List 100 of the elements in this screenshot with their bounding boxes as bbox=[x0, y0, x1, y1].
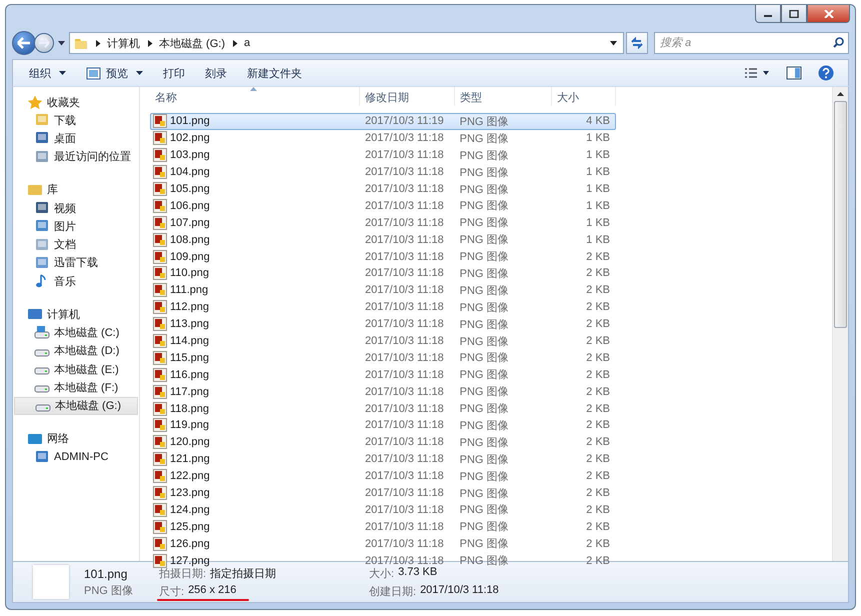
file-row[interactable]: 115.png 2017/10/3 11:18 PNG 图像 2 KB bbox=[150, 349, 616, 366]
size-cell-text: 1 KB bbox=[585, 216, 611, 229]
file-row[interactable]: 104.png 2017/10/3 11:18 PNG 图像 1 KB bbox=[150, 164, 616, 181]
file-row[interactable]: 105.png 2017/10/3 11:18 PNG 图像 1 KB bbox=[150, 180, 616, 198]
type-cell-text: PNG 图像 bbox=[458, 436, 510, 450]
file-row[interactable]: 108.png 2017/10/3 11:18 PNG 图像 1 KB bbox=[150, 231, 616, 248]
column-header[interactable]: 名称 bbox=[150, 87, 360, 106]
date-cell-text: 2017/10/3 11:18 bbox=[364, 267, 445, 280]
caret-icon bbox=[136, 71, 143, 75]
image-file-icon bbox=[153, 469, 167, 484]
breadcrumb[interactable]: 本地磁盘 (G:) bbox=[159, 36, 225, 50]
file-row[interactable]: 110.png 2017/10/3 11:18 PNG 图像 2 KB bbox=[150, 265, 616, 282]
file-row[interactable]: 121.png 2017/10/3 11:18 PNG 图像 2 KB bbox=[150, 450, 616, 468]
file-row[interactable]: 123.png 2017/10/3 11:18 PNG 图像 2 KB bbox=[150, 484, 616, 502]
sidebar-item[interactable]: 桌面 bbox=[13, 129, 138, 148]
property-value: 2017/10/3 11:18 bbox=[420, 584, 499, 598]
toolbar-button[interactable]: 新建文件夹 bbox=[239, 62, 310, 84]
sidebar-item[interactable]: 迅雷下载 bbox=[13, 254, 138, 272]
file-row[interactable]: 111.png 2017/10/3 11:18 PNG 图像 2 KB bbox=[150, 282, 616, 299]
column-header[interactable]: 修改日期 bbox=[360, 87, 455, 106]
sidebar-item[interactable]: 本地磁盘 (D:) bbox=[13, 342, 138, 360]
sidebar-item[interactable]: 本地磁盘 (F:) bbox=[13, 378, 138, 397]
sidebar-item[interactable]: 视频 bbox=[13, 198, 138, 218]
sidebar-item[interactable]: 文档 bbox=[13, 235, 138, 254]
column-header[interactable]: 大小 bbox=[552, 87, 616, 106]
file-row[interactable]: 107.png 2017/10/3 11:18 PNG 图像 1 KB bbox=[150, 214, 616, 232]
sidebar-group[interactable]: 库 bbox=[13, 180, 139, 199]
file-name: 117.png bbox=[170, 386, 209, 398]
address-bar[interactable]: 计算机 本地磁盘 (G:) a bbox=[69, 32, 624, 54]
size-cell-text: 2 KB bbox=[585, 352, 611, 364]
caret-icon[interactable] bbox=[58, 40, 65, 46]
file-row[interactable]: 117.png 2017/10/3 11:18 PNG 图像 2 KB bbox=[150, 383, 616, 400]
file-row[interactable]: 116.png 2017/10/3 11:18 PNG 图像 2 KB bbox=[150, 366, 616, 384]
image-file-icon bbox=[153, 182, 167, 196]
scroll-thumb[interactable] bbox=[834, 101, 847, 328]
size-cell-text: 1 KB bbox=[585, 166, 611, 178]
date-cell-text: 2017/10/3 11:18 bbox=[364, 419, 445, 432]
toolbar-button[interactable]: 组织 bbox=[21, 62, 74, 84]
type-cell-text: PNG 图像 bbox=[458, 368, 510, 382]
date-cell-text: 2017/10/3 11:18 bbox=[364, 200, 445, 212]
toolbar-button[interactable]: 打印 bbox=[155, 62, 193, 84]
breadcrumb[interactable]: a bbox=[244, 37, 250, 49]
sidebar-item[interactable]: 下载 bbox=[13, 111, 138, 130]
image-file-icon bbox=[153, 350, 167, 365]
file-row[interactable]: 101.png 2017/10/3 11:19 PNG 图像 4 KB bbox=[150, 113, 616, 130]
date-cell-text: 2017/10/3 11:18 bbox=[364, 453, 445, 466]
type-cell-text: PNG 图像 bbox=[458, 114, 510, 129]
size-cell-text: 1 KB bbox=[585, 132, 611, 144]
minimize-button[interactable] bbox=[755, 5, 781, 23]
property-label: 尺寸: bbox=[159, 584, 184, 598]
caret-icon[interactable] bbox=[610, 40, 617, 46]
column-header[interactable]: 类型 bbox=[455, 87, 552, 106]
file-row[interactable]: 113.png 2017/10/3 11:18 PNG 图像 2 KB bbox=[150, 316, 616, 333]
file-row[interactable]: 125.png 2017/10/3 11:18 PNG 图像 2 KB bbox=[150, 518, 616, 536]
file-row[interactable]: 114.png 2017/10/3 11:18 PNG 图像 2 KB bbox=[150, 332, 616, 350]
image-file-icon bbox=[153, 114, 167, 128]
file-row[interactable]: 103.png 2017/10/3 11:18 PNG 图像 1 KB bbox=[150, 146, 616, 164]
file-row[interactable]: 124.png 2017/10/3 11:18 PNG 图像 2 KB bbox=[150, 501, 616, 518]
file-row[interactable]: 102.png 2017/10/3 11:18 PNG 图像 1 KB bbox=[150, 130, 616, 147]
file-row[interactable]: 112.png 2017/10/3 11:18 PNG 图像 2 KB bbox=[150, 298, 616, 316]
file-row[interactable]: 120.png 2017/10/3 11:18 PNG 图像 2 KB bbox=[150, 434, 616, 451]
scrollbar[interactable] bbox=[832, 87, 848, 561]
file-name: 115.png bbox=[170, 352, 209, 364]
file-row[interactable]: 122.png 2017/10/3 11:18 PNG 图像 2 KB bbox=[150, 468, 616, 485]
size-cell-text: 2 KB bbox=[585, 284, 611, 296]
sidebar-item[interactable]: 图片 bbox=[13, 217, 138, 236]
file-name: 111.png bbox=[170, 284, 208, 296]
date-cell-text: 2017/10/3 11:18 bbox=[364, 504, 445, 516]
sidebar-item[interactable]: ADMIN-PC bbox=[13, 448, 138, 466]
maximize-button[interactable] bbox=[781, 5, 807, 23]
sidebar-group[interactable]: 计算机 bbox=[13, 305, 139, 324]
file-row[interactable]: 119.png 2017/10/3 11:18 PNG 图像 2 KB bbox=[150, 417, 616, 434]
file-name: 127.png bbox=[170, 554, 210, 567]
chevron-icon bbox=[96, 40, 101, 46]
sidebar-item[interactable]: 本地磁盘 (G:) bbox=[14, 396, 138, 415]
type-cell-text: PNG 图像 bbox=[458, 166, 510, 180]
sidebar-item[interactable]: 音乐 bbox=[13, 272, 138, 290]
file-row[interactable]: 106.png 2017/10/3 11:18 PNG 图像 1 KB bbox=[150, 197, 616, 214]
sidebar-item[interactable]: 本地磁盘 (E:) bbox=[13, 360, 138, 378]
file-name: 124.png bbox=[170, 504, 210, 516]
back-button[interactable] bbox=[12, 31, 36, 55]
sidebar-item[interactable]: 本地磁盘 (C:) bbox=[13, 323, 138, 342]
toolbar-button[interactable]: 刻录 bbox=[197, 62, 235, 84]
refresh-button[interactable] bbox=[626, 32, 648, 54]
file-row[interactable]: 118.png 2017/10/3 11:18 PNG 图像 2 KB bbox=[150, 400, 616, 418]
search-field[interactable]: 搜索 a bbox=[654, 32, 849, 54]
type-cell-text: PNG 图像 bbox=[458, 418, 510, 433]
sidebar-item[interactable]: 最近访问的位置 bbox=[13, 148, 138, 166]
size-cell-text: 1 KB bbox=[585, 200, 611, 212]
image-file-icon bbox=[153, 216, 167, 230]
sidebar-group[interactable]: 收藏夹 bbox=[13, 93, 139, 111]
close-button[interactable] bbox=[807, 5, 850, 23]
file-row[interactable]: 109.png 2017/10/3 11:18 PNG 图像 2 KB bbox=[150, 248, 616, 266]
file-row[interactable]: 126.png 2017/10/3 11:18 PNG 图像 2 KB bbox=[150, 535, 616, 552]
sort-arrow-icon bbox=[250, 87, 257, 91]
type-cell-text: PNG 图像 bbox=[458, 402, 510, 416]
forward-button[interactable] bbox=[34, 33, 54, 53]
toolbar-button[interactable]: 预览 bbox=[78, 62, 151, 84]
sidebar-group[interactable]: 网络 bbox=[13, 430, 139, 448]
breadcrumb[interactable]: 计算机 bbox=[107, 36, 140, 50]
